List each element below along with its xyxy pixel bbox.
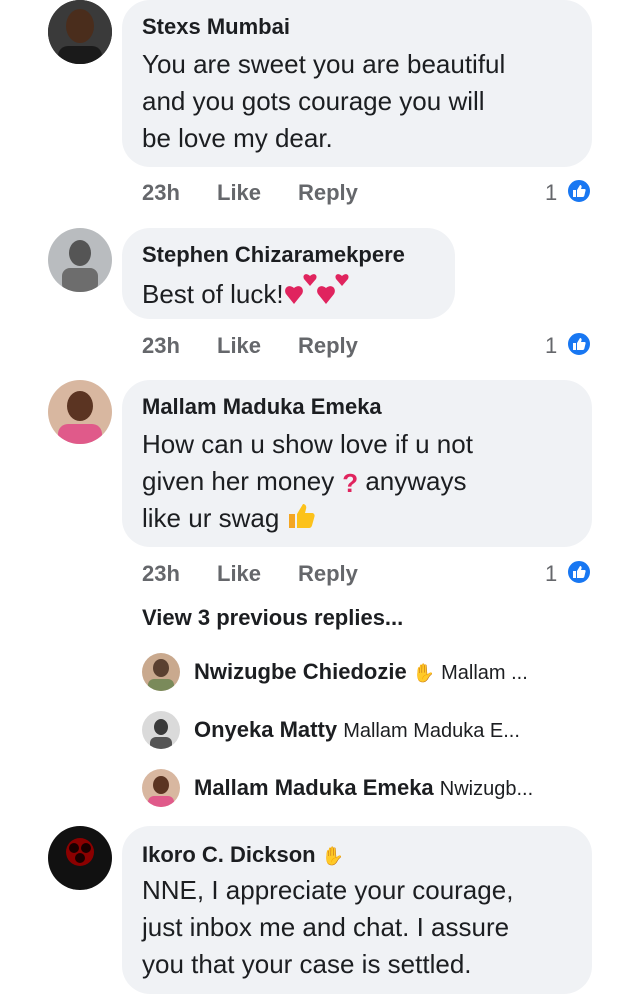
- comment-author-name[interactable]: Stephen Chizaramekpere: [142, 242, 405, 268]
- comment-author-name[interactable]: Stexs Mumbai: [142, 14, 290, 40]
- comment-timestamp: 23h: [142, 333, 180, 358]
- comment-text-line: you that your case is settled.: [142, 949, 472, 979]
- reply-button[interactable]: Reply: [298, 180, 358, 206]
- comment-timestamp: 23h: [142, 561, 180, 586]
- comment-text-segment: given her money: [142, 466, 335, 496]
- reply-text: Nwizugbe Chiedozie ✋ Mallam ...: [194, 659, 528, 685]
- waving-hand-icon: ✋: [321, 846, 345, 866]
- avatar-stexs-mumbai[interactable]: [48, 0, 112, 64]
- two-hearts-emoji: [284, 274, 350, 318]
- comment-text-line: You are sweet you are beautiful: [142, 49, 506, 79]
- reply-text: Onyeka Matty Mallam Maduka E...: [194, 717, 520, 743]
- avatar-stephen-chizaramekpere[interactable]: [48, 228, 112, 292]
- avatar-onyeka-matty[interactable]: [142, 711, 180, 749]
- comment-timestamp: 23h: [142, 180, 180, 205]
- reply-preview-text: Mallam Maduka E...: [343, 720, 520, 742]
- comment-text: Best of luck!: [142, 274, 350, 318]
- thumbs-up-icon[interactable]: [566, 178, 592, 204]
- thumbs-up-icon[interactable]: [566, 559, 592, 585]
- comment-author-name[interactable]: Mallam Maduka Emeka: [142, 394, 382, 420]
- waving-hand-icon: ✋: [412, 663, 436, 683]
- avatar-image: [48, 0, 112, 64]
- comment-text-line: be love my dear.: [142, 123, 333, 153]
- view-previous-replies-link[interactable]: View 3 previous replies...: [142, 605, 403, 631]
- reply-text: Mallam Maduka Emeka Nwizugb...: [194, 775, 533, 801]
- comment-author-name-row: Ikoro C. Dickson ✋: [142, 842, 350, 868]
- reply-author-name[interactable]: Mallam Maduka Emeka: [194, 775, 434, 800]
- avatar-image: [48, 380, 112, 444]
- reply-author-name[interactable]: Nwizugbe Chiedozie: [194, 659, 407, 684]
- avatar-image: [48, 228, 112, 292]
- comment-text-segment: like ur swag: [142, 503, 287, 533]
- like-button[interactable]: Like: [217, 333, 261, 359]
- comment-text-line: given her money? anyways: [142, 463, 467, 502]
- reply-preview-text: Nwizugb...: [439, 778, 534, 800]
- reply-button[interactable]: Reply: [298, 561, 358, 587]
- reply-preview-text: Mallam ...: [441, 662, 528, 684]
- comment-text-line: like ur swag: [142, 500, 317, 540]
- reaction-count[interactable]: 1: [545, 333, 557, 359]
- like-button[interactable]: Like: [217, 561, 261, 587]
- avatar-mallam-maduka-emeka[interactable]: [48, 380, 112, 444]
- comment-text-content: Best of luck!: [142, 278, 284, 309]
- red-question-emoji: ?: [342, 467, 359, 498]
- reply-button[interactable]: Reply: [298, 333, 358, 359]
- comment-text-line: just inbox me and chat. I assure: [142, 912, 510, 942]
- avatar-image: [142, 769, 180, 807]
- avatar-image: [48, 826, 112, 890]
- like-button[interactable]: Like: [217, 180, 261, 206]
- avatar-nwizugbe-chiedozie[interactable]: [142, 653, 180, 691]
- comment-text-segment: anyways: [358, 466, 467, 496]
- reaction-count[interactable]: 1: [545, 180, 557, 206]
- comment-text-line: How can u show love if u not: [142, 429, 473, 459]
- thumbs-up-icon[interactable]: [566, 331, 592, 357]
- comment-author-name[interactable]: Ikoro C. Dickson: [142, 842, 316, 867]
- comment-text-line: NNE, I appreciate your courage,: [142, 875, 514, 905]
- reaction-count[interactable]: 1: [545, 561, 557, 587]
- avatar-mallam-maduka-emeka-small[interactable]: [142, 769, 180, 807]
- avatar-image: [142, 711, 180, 749]
- thumbs-up-emoji: [287, 500, 317, 540]
- avatar-image: [142, 653, 180, 691]
- comment-text-line: and you gots courage you will: [142, 86, 485, 116]
- avatar-ikoro-c-dickson[interactable]: [48, 826, 112, 890]
- reply-author-name[interactable]: Onyeka Matty: [194, 717, 337, 742]
